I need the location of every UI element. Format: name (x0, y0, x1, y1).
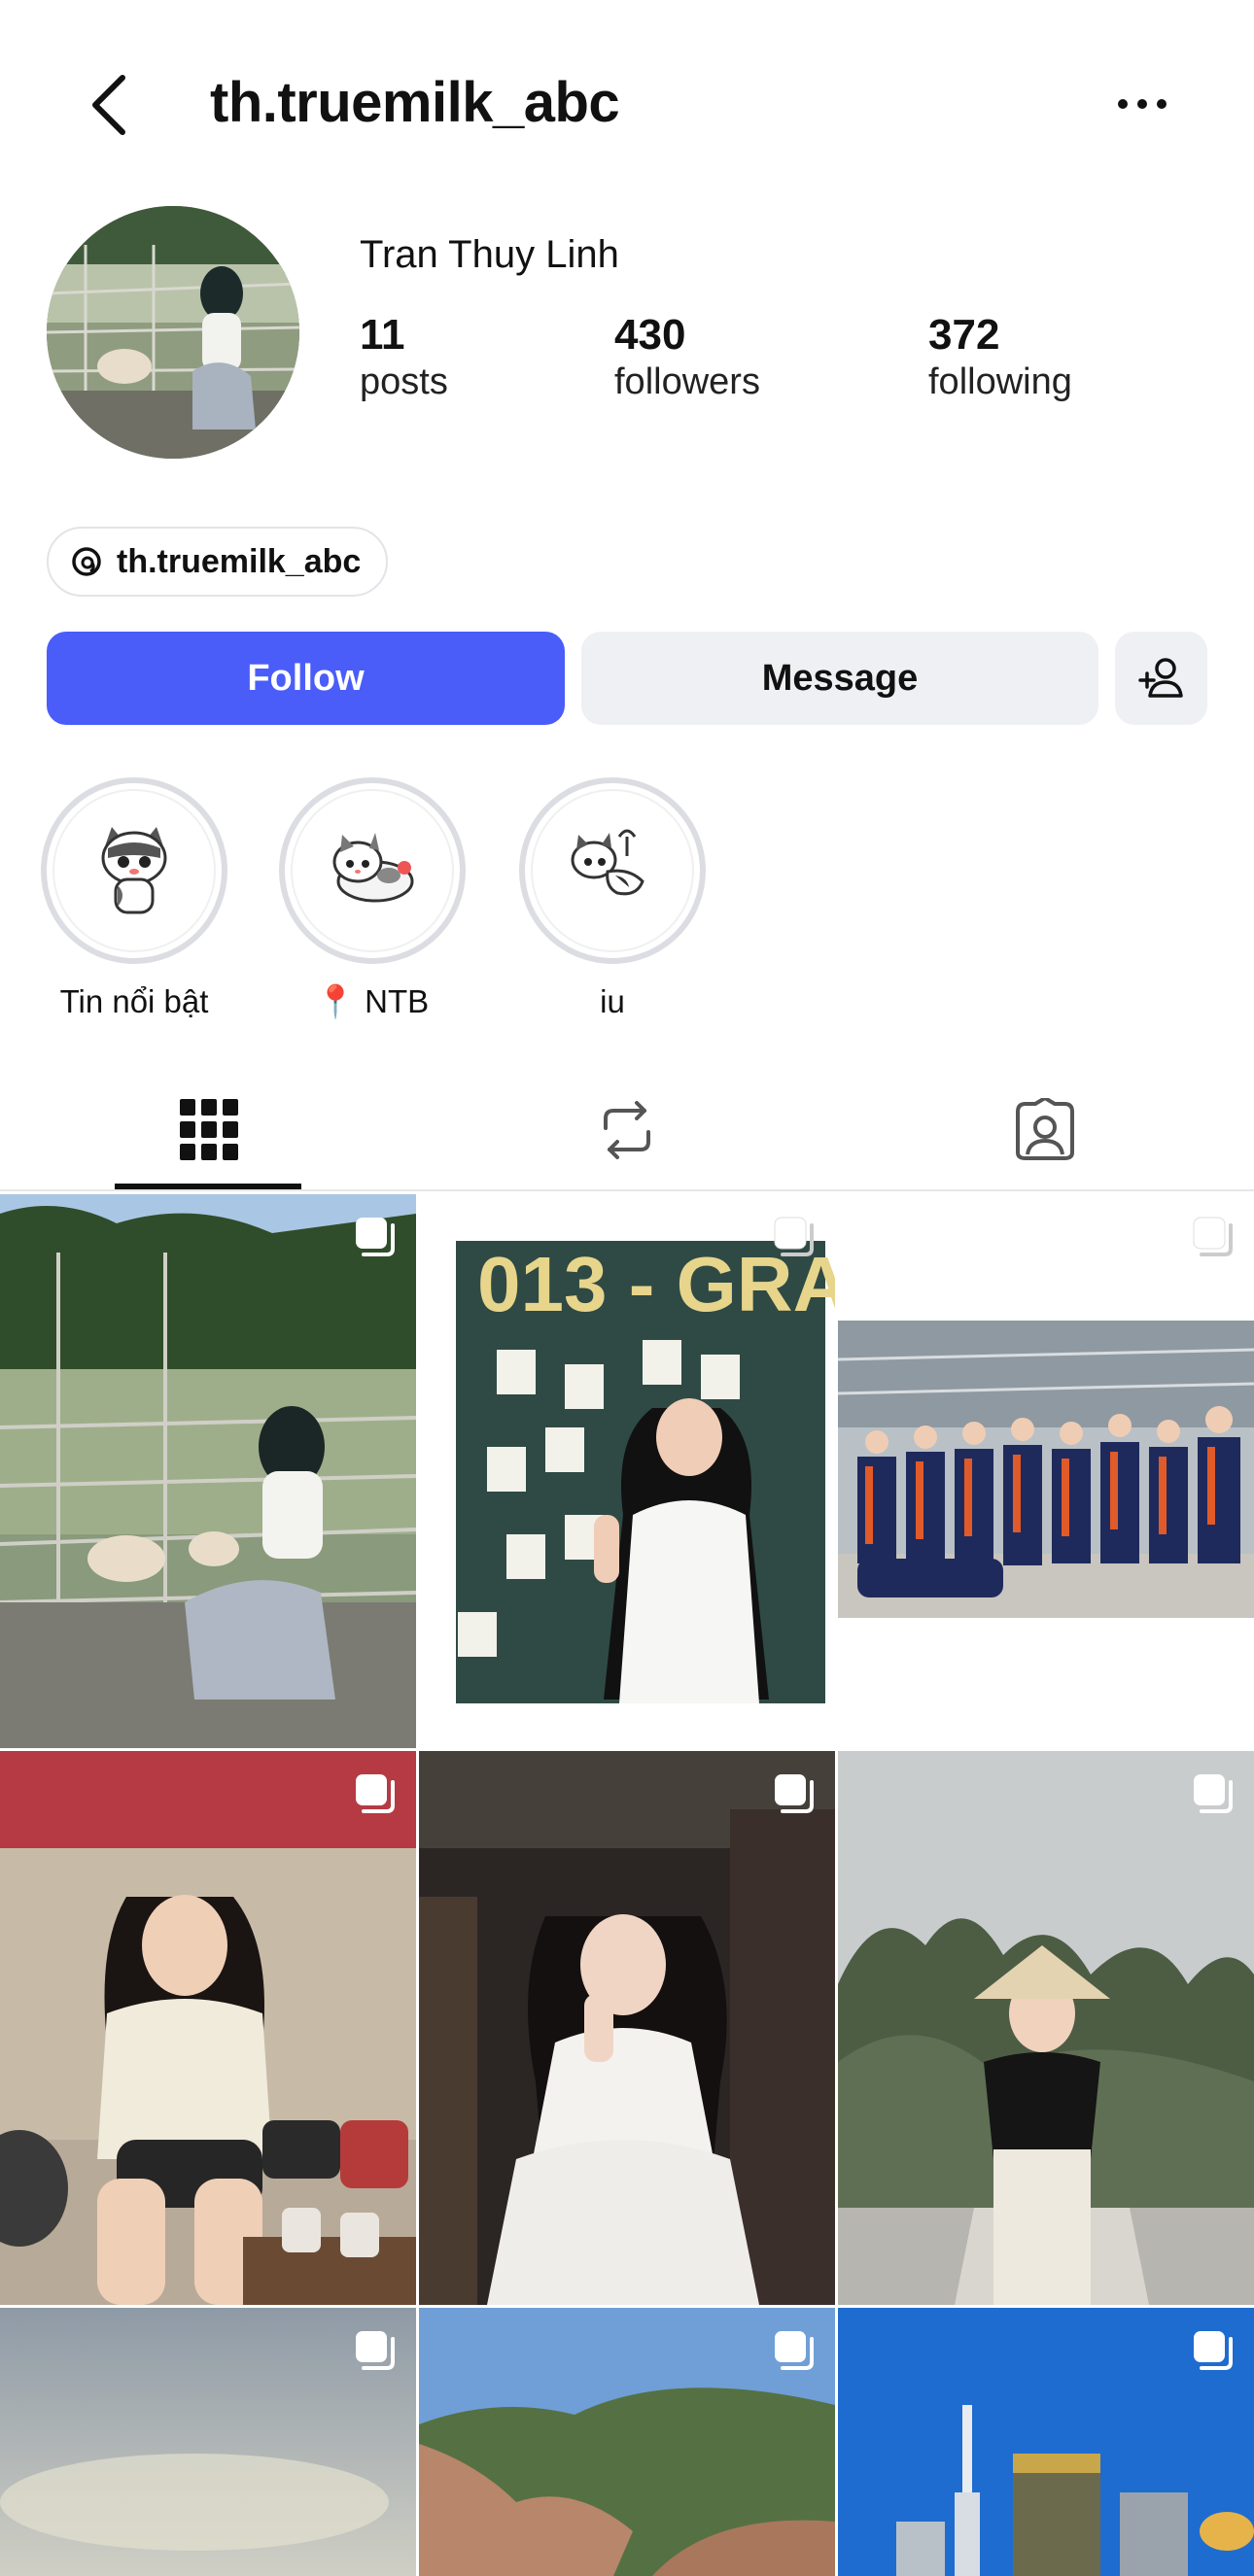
multiple-photos-icon (356, 1774, 395, 1813)
tab-posts[interactable] (0, 1069, 418, 1191)
highlight-cover (291, 789, 454, 952)
highlight-label: Tin nổi bật (59, 983, 209, 1019)
threads-icon (72, 547, 101, 576)
highlight-ring (41, 777, 227, 964)
following-label: following (928, 361, 1072, 402)
post-thumbnail[interactable] (0, 1751, 416, 2305)
post-image (838, 1194, 1254, 1748)
cat-sticker-icon (332, 833, 414, 903)
tab-reposts[interactable] (418, 1069, 836, 1191)
post-thumbnail[interactable] (838, 1751, 1254, 2305)
full-name: Tran Thuy Linh (360, 233, 619, 276)
post-image (0, 1751, 416, 2305)
highlight-ring (519, 777, 706, 964)
highlight-label: iu (600, 983, 625, 1019)
post-thumbnail[interactable] (419, 2308, 835, 2576)
avatar-photo (47, 206, 299, 459)
posts-count: 11 (360, 311, 405, 359)
page-title: th.truemilk_abc (210, 71, 620, 134)
post-image (419, 1751, 835, 2305)
threads-handle: th.truemilk_abc (117, 542, 362, 580)
message-button[interactable]: Message (581, 632, 1098, 725)
highlight-ring (279, 777, 466, 964)
post-image: 013 - GRA (419, 1194, 835, 1748)
following-stat[interactable]: 372 following (928, 311, 1072, 404)
post-thumbnail[interactable] (838, 1194, 1254, 1748)
multiple-photos-icon (775, 1774, 814, 1813)
tab-tagged[interactable] (836, 1069, 1254, 1191)
multiple-photos-icon (356, 2331, 395, 2370)
highlight-cover (52, 789, 216, 952)
active-tab-indicator (115, 1184, 301, 1189)
back-button[interactable] (80, 68, 138, 142)
multiple-photos-icon (356, 1218, 395, 1256)
chevron-left-icon (92, 75, 125, 135)
highlight-item[interactable]: 📍 NTB (277, 777, 468, 1021)
followers-label: followers (614, 361, 760, 402)
profile-tabs (0, 1069, 1254, 1191)
tagged-icon (1016, 1098, 1074, 1160)
multiple-photos-icon (774, 1217, 814, 1256)
followers-count: 430 (614, 311, 686, 359)
more-horizontal-icon (1118, 99, 1167, 109)
post-thumbnail[interactable]: 013 - GRA (419, 1194, 835, 1748)
cat-sticker-icon (571, 829, 644, 896)
post-image (0, 1194, 416, 1748)
multiple-photos-icon (1193, 1217, 1233, 1256)
add-user-icon (1137, 658, 1183, 698)
multiple-photos-icon (1194, 1774, 1233, 1813)
grid-icon (180, 1099, 238, 1160)
highlight-cover (531, 789, 694, 952)
follow-button[interactable]: Follow (47, 632, 565, 725)
post-thumbnail[interactable] (838, 2308, 1254, 2576)
threads-badge[interactable]: th.truemilk_abc (47, 527, 389, 597)
posts-stat: 11 posts (360, 311, 448, 404)
highlight-label: 📍 NTB (315, 983, 430, 1019)
avatar[interactable] (47, 206, 299, 459)
more-options-button[interactable] (1108, 80, 1176, 128)
following-count: 372 (928, 311, 1000, 359)
cat-sticker-icon (101, 827, 167, 914)
post-thumbnail[interactable] (0, 2308, 416, 2576)
posts-grid: 013 - GRA (0, 1194, 1254, 2576)
highlight-item[interactable]: Tin nổi bật (39, 777, 229, 1020)
followers-stat[interactable]: 430 followers (614, 311, 760, 404)
profile-header: th.truemilk_abc (0, 0, 1254, 204)
suggested-users-button[interactable] (1115, 632, 1207, 725)
post-thumbnail[interactable] (0, 1194, 416, 1748)
multiple-photos-icon (775, 2331, 814, 2370)
reposts-icon (604, 1101, 650, 1159)
post-thumbnail[interactable] (419, 1751, 835, 2305)
multiple-photos-icon (1194, 2331, 1233, 2370)
highlight-item[interactable]: iu (517, 777, 708, 1020)
posts-label: posts (360, 361, 448, 402)
post-image (838, 1751, 1254, 2305)
